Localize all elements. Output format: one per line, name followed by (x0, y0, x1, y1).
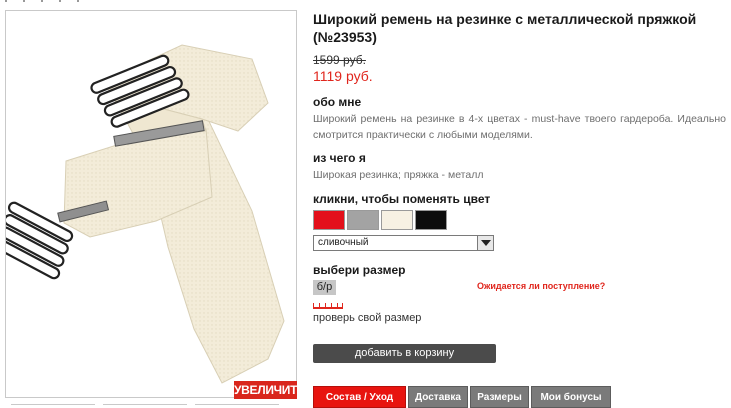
swatch-black[interactable] (415, 210, 447, 230)
size-heading: выбери размер (313, 263, 406, 277)
product-photo[interactable] (5, 10, 297, 398)
old-price: 1599 руб. (313, 53, 366, 67)
swatch-red[interactable] (313, 210, 345, 230)
color-select[interactable]: сливочный (313, 235, 494, 251)
swatch-cream[interactable] (381, 210, 413, 230)
about-heading: обо мне (313, 95, 362, 109)
awaiting-stock-link[interactable]: Ожидается ли поступление? (477, 281, 605, 291)
material-text: Широкая резинка; пряжка - металл (313, 169, 484, 181)
top-decoration (5, 0, 85, 3)
tab-sizes[interactable]: Размеры (470, 386, 529, 408)
swatch-grey[interactable] (347, 210, 379, 230)
tab-delivery[interactable]: Доставка (408, 386, 468, 408)
about-text: Широкий ремень на резинке в 4-х цветах -… (313, 113, 726, 141)
product-title: Широкий ремень на резинке с металлическо… (313, 11, 697, 45)
new-price: 1119 руб. (313, 68, 373, 84)
zoom-button[interactable]: УВЕЛИЧИТЬ (234, 381, 306, 399)
color-select-value: сливочный (318, 237, 369, 248)
size-check-link[interactable]: проверь свой размер (313, 312, 421, 324)
material-heading: из чего я (313, 151, 366, 165)
thumbnail-strip (5, 404, 297, 408)
size-option[interactable]: б/р (313, 280, 336, 295)
ruler-icon (313, 303, 343, 309)
tab-bonuses[interactable]: Мои бонусы (531, 386, 611, 408)
tab-composition[interactable]: Состав / Уход (313, 386, 406, 408)
color-heading: кликни, чтобы поменять цвет (313, 192, 491, 206)
chevron-down-icon (477, 236, 493, 250)
add-to-cart-button[interactable]: добавить в корзину (313, 344, 496, 363)
belt-product-image (6, 44, 285, 384)
